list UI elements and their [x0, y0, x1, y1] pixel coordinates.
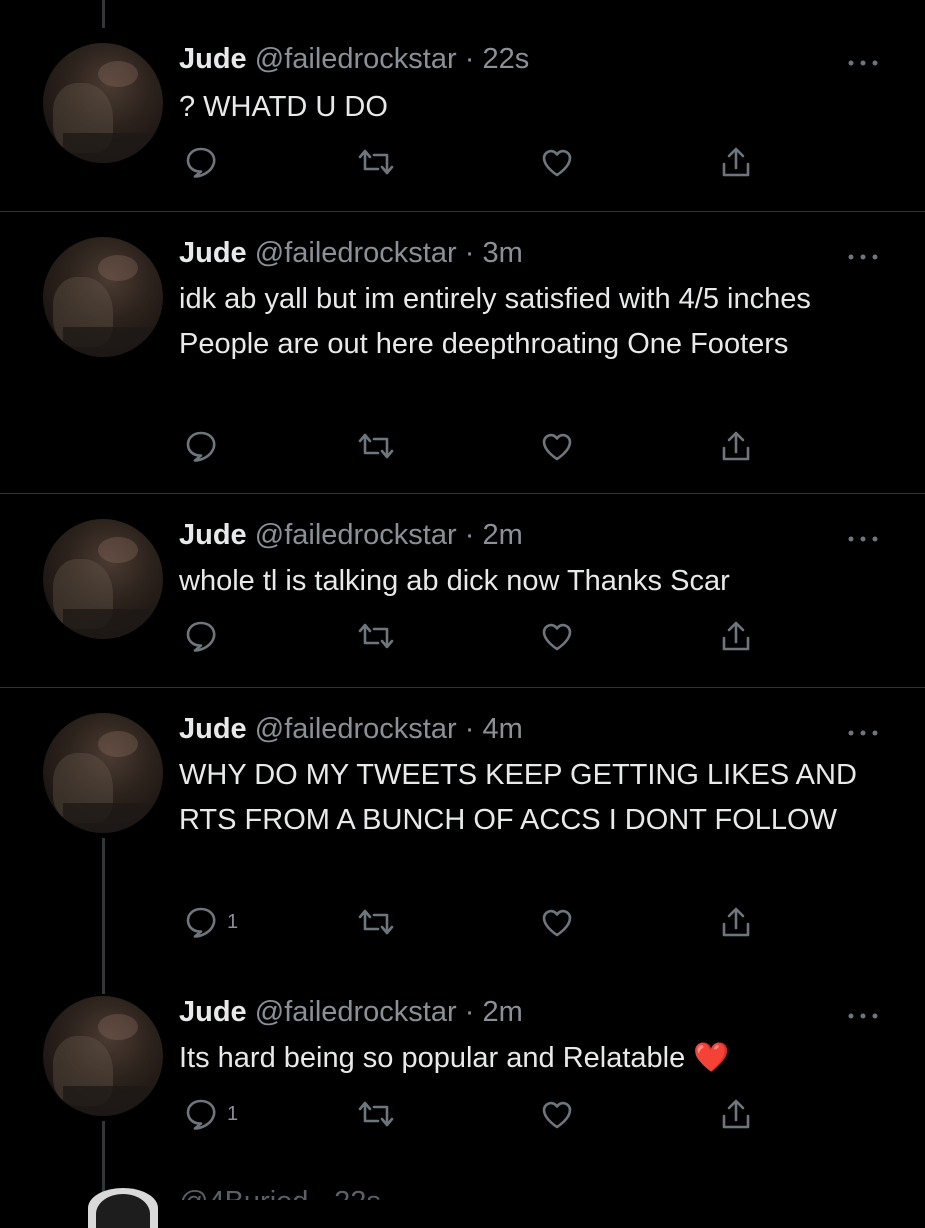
reply-button[interactable]: [183, 142, 227, 182]
tweet[interactable]: Jude @failedrockstar · 22s ? WHATD U DO: [0, 0, 925, 212]
tweet-header: Jude @failedrockstar · 22s: [179, 43, 529, 76]
like-button[interactable]: [539, 1094, 575, 1134]
share-button[interactable]: [718, 142, 754, 182]
timestamp[interactable]: 4m: [482, 713, 522, 745]
retweet-button[interactable]: [356, 902, 396, 942]
retweet-icon: [356, 428, 396, 464]
share-button[interactable]: [718, 426, 754, 466]
timestamp[interactable]: 3m: [482, 237, 522, 269]
retweet-icon: [356, 618, 396, 654]
handle[interactable]: @failedrockstar: [255, 519, 457, 551]
heart-icon: [539, 1096, 575, 1132]
tweet-text: WHY DO MY TWEETS KEEP GETTING LIKES AND …: [179, 759, 857, 836]
handle[interactable]: @failedrockstar: [255, 996, 457, 1028]
retweet-icon: [356, 904, 396, 940]
share-icon: [718, 618, 754, 654]
display-name[interactable]: Jude: [179, 996, 247, 1028]
timestamp[interactable]: 22s: [482, 43, 529, 75]
separator-dot: ·: [464, 43, 475, 75]
tweet-header: Jude @failedrockstar · 2m: [179, 996, 523, 1029]
tweet-header: Jude @failedrockstar · 3m: [179, 237, 523, 270]
avatar[interactable]: [88, 1188, 158, 1228]
share-icon: [718, 428, 754, 464]
heart-icon: [539, 428, 575, 464]
tweet-header: Jude @failedrockstar · 4m: [179, 713, 523, 746]
share-icon: [718, 144, 754, 180]
tweet-actions: 1: [0, 1094, 925, 1134]
tweet-actions: [0, 142, 925, 182]
tweet-actions: [0, 426, 925, 466]
heart-icon: [539, 618, 575, 654]
share-button[interactable]: [718, 902, 754, 942]
more-dots-icon[interactable]: [846, 1008, 880, 1019]
tweet-text: whole tl is talking ab dick now Thanks S…: [179, 565, 730, 597]
handle[interactable]: @failedrockstar: [255, 43, 457, 75]
reply-button[interactable]: 1: [183, 1094, 238, 1134]
reply-icon: [183, 618, 219, 654]
share-icon: [718, 904, 754, 940]
reply-count: 1: [227, 910, 239, 933]
retweet-button[interactable]: [356, 616, 396, 656]
like-button[interactable]: [539, 902, 575, 942]
heart-icon: [539, 904, 575, 940]
share-button[interactable]: [718, 1094, 754, 1134]
tweet[interactable]: Jude @failedrockstar · 3m idk ab yall bu…: [0, 212, 925, 494]
reply-icon: [183, 428, 219, 464]
separator-dot: ·: [464, 713, 475, 745]
tweet-text: idk ab yall but im entirely satisfied wi…: [179, 283, 811, 360]
tweet-actions: [0, 616, 925, 656]
tweet[interactable]: Jude @failedrockstar · 2m whole tl is ta…: [0, 494, 925, 688]
timestamp[interactable]: 2m: [482, 519, 522, 551]
partial-tweet-header: @4Buried · 22s: [179, 1186, 381, 1200]
retweet-button[interactable]: [356, 426, 396, 466]
handle[interactable]: @failedrockstar: [255, 237, 457, 269]
avatar[interactable]: [43, 713, 163, 833]
retweet-icon: [356, 1096, 396, 1132]
timeline: Jude @failedrockstar · 22s ? WHATD U DO: [0, 0, 925, 1228]
more-dots-icon[interactable]: [846, 55, 880, 66]
handle[interactable]: @failedrockstar: [255, 713, 457, 745]
tweet-actions: 1: [0, 902, 925, 942]
tweet[interactable]: Jude @failedrockstar · 2m Its hard being…: [0, 976, 925, 1200]
like-button[interactable]: [539, 142, 575, 182]
reply-count: 1: [227, 1102, 239, 1125]
avatar[interactable]: [43, 237, 163, 357]
like-button[interactable]: [539, 426, 575, 466]
reply-icon: [183, 1096, 219, 1132]
retweet-button[interactable]: [356, 142, 396, 182]
timestamp[interactable]: 2m: [482, 996, 522, 1028]
tweet-header: Jude @failedrockstar · 2m: [179, 519, 523, 552]
share-icon: [718, 1096, 754, 1132]
tweet[interactable]: Jude @failedrockstar · 4m WHY DO MY TWEE…: [0, 688, 925, 976]
separator-dot: ·: [464, 996, 475, 1028]
reply-button[interactable]: [183, 426, 227, 466]
tweet-text: Its hard being so popular and Relatable …: [179, 1042, 730, 1074]
thread-line: [102, 976, 105, 994]
more-dots-icon[interactable]: [846, 725, 880, 736]
reply-button[interactable]: 1: [183, 902, 238, 942]
reply-button[interactable]: [183, 616, 227, 656]
tweet-text: ? WHATD U DO: [179, 91, 388, 123]
like-button[interactable]: [539, 616, 575, 656]
display-name[interactable]: Jude: [179, 43, 247, 75]
more-dots-icon[interactable]: [846, 249, 880, 260]
more-dots-icon[interactable]: [846, 531, 880, 542]
separator-dot: ·: [464, 519, 475, 551]
reply-icon: [183, 144, 219, 180]
share-button[interactable]: [718, 616, 754, 656]
heart-icon: [539, 144, 575, 180]
display-name[interactable]: Jude: [179, 519, 247, 551]
display-name[interactable]: Jude: [179, 713, 247, 745]
retweet-icon: [356, 144, 396, 180]
reply-icon: [183, 904, 219, 940]
retweet-button[interactable]: [356, 1094, 396, 1134]
separator-dot: ·: [464, 237, 475, 269]
display-name[interactable]: Jude: [179, 237, 247, 269]
